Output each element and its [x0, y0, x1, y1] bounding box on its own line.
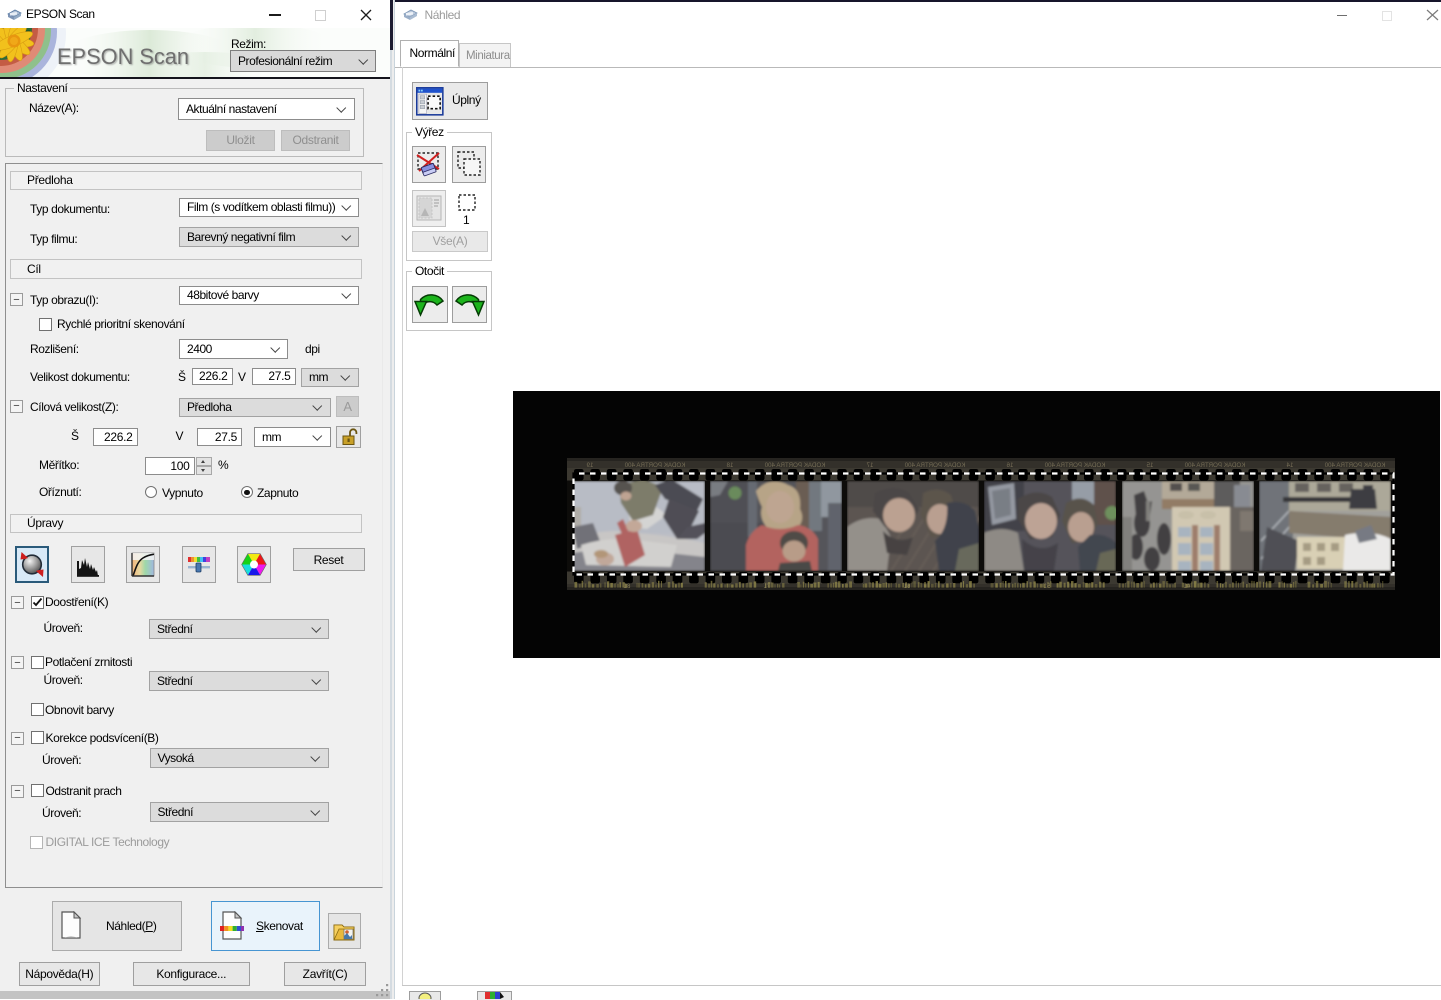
svg-text:KODAK PORTRA 400: KODAK PORTRA 400 — [1044, 462, 1105, 469]
svg-text:51: 51 — [1043, 584, 1050, 590]
svg-text:61: 61 — [903, 584, 910, 590]
svg-text:16: 16 — [1006, 462, 1013, 469]
svg-text:81: 81 — [623, 584, 630, 590]
svg-text:71: 71 — [763, 584, 770, 590]
svg-text:41: 41 — [1183, 584, 1190, 590]
svg-text:KODAK PORTRA 400: KODAK PORTRA 400 — [1184, 462, 1245, 469]
svg-text:14: 14 — [1286, 462, 1293, 469]
svg-text:18: 18 — [726, 462, 733, 469]
svg-text:17: 17 — [866, 462, 873, 469]
svg-text:KODAK PORTRA 400: KODAK PORTRA 400 — [1324, 462, 1385, 469]
svg-text:KODAK PORTRA 400: KODAK PORTRA 400 — [624, 462, 685, 469]
svg-text:KODAK PORTRA 400: KODAK PORTRA 400 — [764, 462, 825, 469]
svg-text:19: 19 — [586, 462, 593, 469]
svg-text:15: 15 — [1146, 462, 1153, 469]
svg-text:KODAK PORTRA 400: KODAK PORTRA 400 — [904, 462, 965, 469]
